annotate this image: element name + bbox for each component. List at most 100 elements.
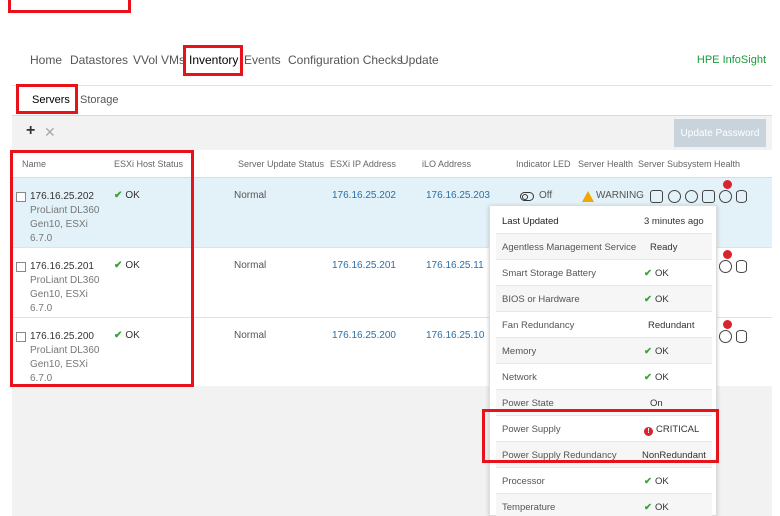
server-model: ProLiant DL360 xyxy=(30,205,100,216)
popup-value: ✔ OK xyxy=(644,268,669,279)
tab-servers[interactable]: Servers xyxy=(32,94,70,106)
server-name[interactable]: 176.16.25.200 xyxy=(30,331,94,342)
host-status-text: OK xyxy=(125,260,140,271)
host-status-text: OK xyxy=(125,330,140,341)
network-icon[interactable] xyxy=(702,190,715,203)
update-password-button[interactable]: Update Password xyxy=(674,119,766,147)
ilo-address[interactable]: 176.16.25.203 xyxy=(426,190,490,201)
col-name[interactable]: Name xyxy=(22,159,46,169)
popup-row-ams: Agentless Management Service Ready xyxy=(496,234,712,260)
nav-configuration-checks[interactable]: Configuration Checks xyxy=(288,53,403,67)
check-icon: ✔ xyxy=(644,502,652,513)
host-status: ✔ OK xyxy=(114,330,140,341)
server-health[interactable]: WARNING xyxy=(596,190,644,201)
popup-value: ✔ OK xyxy=(644,294,669,305)
critical-badge-icon xyxy=(723,250,732,259)
check-icon: ✔ xyxy=(114,330,123,341)
popup-row-power-supply: Power Supply ! CRITICAL xyxy=(496,416,712,442)
server-name-cell: 176.16.25.200 ProLiant DL360 Gen10, ESXi… xyxy=(30,330,100,386)
ilo-address[interactable]: 176.16.25.11 xyxy=(426,260,484,271)
popup-row-power-supply-redundancy: Power Supply Redundancy NonRedundant xyxy=(496,442,712,468)
check-icon: ✔ xyxy=(114,260,123,271)
nav-inventory[interactable]: Inventory xyxy=(189,53,238,67)
memory-icon[interactable] xyxy=(668,190,681,203)
led-status: Off xyxy=(539,190,553,201)
popup-row-processor: Processor ✔ OK xyxy=(496,468,712,494)
storage-icon[interactable] xyxy=(736,330,747,343)
server-name-cell: 176.16.25.202 ProLiant DL360 Gen10, ESXi… xyxy=(30,190,100,246)
led-toggle-icon[interactable] xyxy=(520,192,534,201)
esxi-ip[interactable]: 176.16.25.200 xyxy=(332,330,396,341)
host-status: ✔ OK xyxy=(114,190,140,201)
popup-value: Ready xyxy=(650,242,678,253)
popup-row-fan: Fan Redundancy Redundant xyxy=(496,312,712,338)
check-icon: ✔ xyxy=(114,190,123,201)
popup-label: Power Supply xyxy=(502,424,561,435)
fan-icon[interactable] xyxy=(685,190,698,203)
storage-icon[interactable] xyxy=(736,260,747,273)
server-model-line2: Gen10, ESXi xyxy=(30,219,88,230)
popup-value: ! CRITICAL xyxy=(644,424,699,436)
popup-label: Power Supply Redundancy xyxy=(502,450,617,461)
hpe-infosight-link[interactable]: HPE InfoSight xyxy=(697,54,766,66)
table-header: Name ESXi Host Status Server Update Stat… xyxy=(12,150,772,178)
update-status: Normal xyxy=(234,330,267,341)
server-model: ProLiant DL360 xyxy=(30,275,100,286)
plus-icon[interactable]: + xyxy=(26,122,35,140)
esxi-ip[interactable]: 176.16.25.202 xyxy=(332,190,396,201)
nav-vvol-vms[interactable]: VVol VMs xyxy=(133,53,185,67)
power-icon[interactable] xyxy=(719,190,732,203)
server-model: ProLiant DL360 xyxy=(30,345,100,356)
critical-badge-icon xyxy=(723,180,732,189)
popup-label: Processor xyxy=(502,476,545,487)
col-indicator-led[interactable]: Indicator LED xyxy=(516,159,571,169)
nav-update[interactable]: Update xyxy=(400,53,439,67)
col-esxi-ip-address[interactable]: ESXi IP Address xyxy=(330,159,396,169)
popup-label: Agentless Management Service xyxy=(502,242,637,253)
nav-datastores[interactable]: Datastores xyxy=(70,53,128,67)
esxi-ip[interactable]: 176.16.25.201 xyxy=(332,260,396,271)
server-name[interactable]: 176.16.25.202 xyxy=(30,191,94,202)
server-model-line2: Gen10, ESXi xyxy=(30,359,88,370)
subsystem-health-popup: Last Updated 3 minutes ago Agentless Man… xyxy=(489,205,717,516)
col-server-subsystem-health[interactable]: Server Subsystem Health xyxy=(638,159,740,169)
popup-value: ✔ OK xyxy=(644,476,669,487)
popup-label: Network xyxy=(502,372,537,383)
check-icon: ✔ xyxy=(644,476,652,487)
storage-icon[interactable] xyxy=(736,190,747,203)
tab-storage[interactable]: Storage xyxy=(80,94,119,106)
popup-label: BIOS or Hardware xyxy=(502,294,580,305)
col-esxi-host-status[interactable]: ESXi Host Status xyxy=(114,159,183,169)
popup-label: Fan Redundancy xyxy=(502,320,575,331)
popup-row-battery: Smart Storage Battery ✔ OK xyxy=(496,260,712,286)
sub-tabs: Servers Storage xyxy=(12,86,772,116)
col-server-health[interactable]: Server Health xyxy=(578,159,633,169)
power-icon[interactable] xyxy=(719,260,732,273)
check-icon: ✔ xyxy=(644,268,652,279)
toolbar: + ✕ Update Password xyxy=(12,116,772,150)
power-icon[interactable] xyxy=(719,330,732,343)
popup-value: ✔ OK xyxy=(644,346,669,357)
popup-label: Temperature xyxy=(502,502,556,513)
nav-home[interactable]: Home xyxy=(30,53,62,67)
col-server-update-status[interactable]: Server Update Status xyxy=(238,159,324,169)
processor-icon[interactable] xyxy=(650,190,663,203)
server-model-line3: 6.7.0 xyxy=(30,233,53,244)
nav-events[interactable]: Events xyxy=(244,53,281,67)
top-nav: Home Datastores VVol VMs Inventory Event… xyxy=(12,38,772,86)
popup-row-power-state: Power State On xyxy=(496,390,712,416)
server-model-line2: Gen10, ESXi xyxy=(30,289,88,300)
popup-row-bios: BIOS or Hardware ✔ OK xyxy=(496,286,712,312)
row-checkbox[interactable] xyxy=(16,192,26,202)
popup-value: On xyxy=(650,398,663,409)
row-checkbox[interactable] xyxy=(16,332,26,342)
popup-row-last-updated: Last Updated 3 minutes ago xyxy=(496,208,712,234)
ilo-address[interactable]: 176.16.25.10 xyxy=(426,330,484,341)
warning-icon xyxy=(582,191,594,202)
x-icon[interactable]: ✕ xyxy=(44,124,56,141)
server-name[interactable]: 176.16.25.201 xyxy=(30,261,94,272)
row-checkbox[interactable] xyxy=(16,262,26,272)
popup-value: ✔ OK xyxy=(644,502,669,513)
critical-badge-icon xyxy=(723,320,732,329)
col-ilo-address[interactable]: iLO Address xyxy=(422,159,471,169)
